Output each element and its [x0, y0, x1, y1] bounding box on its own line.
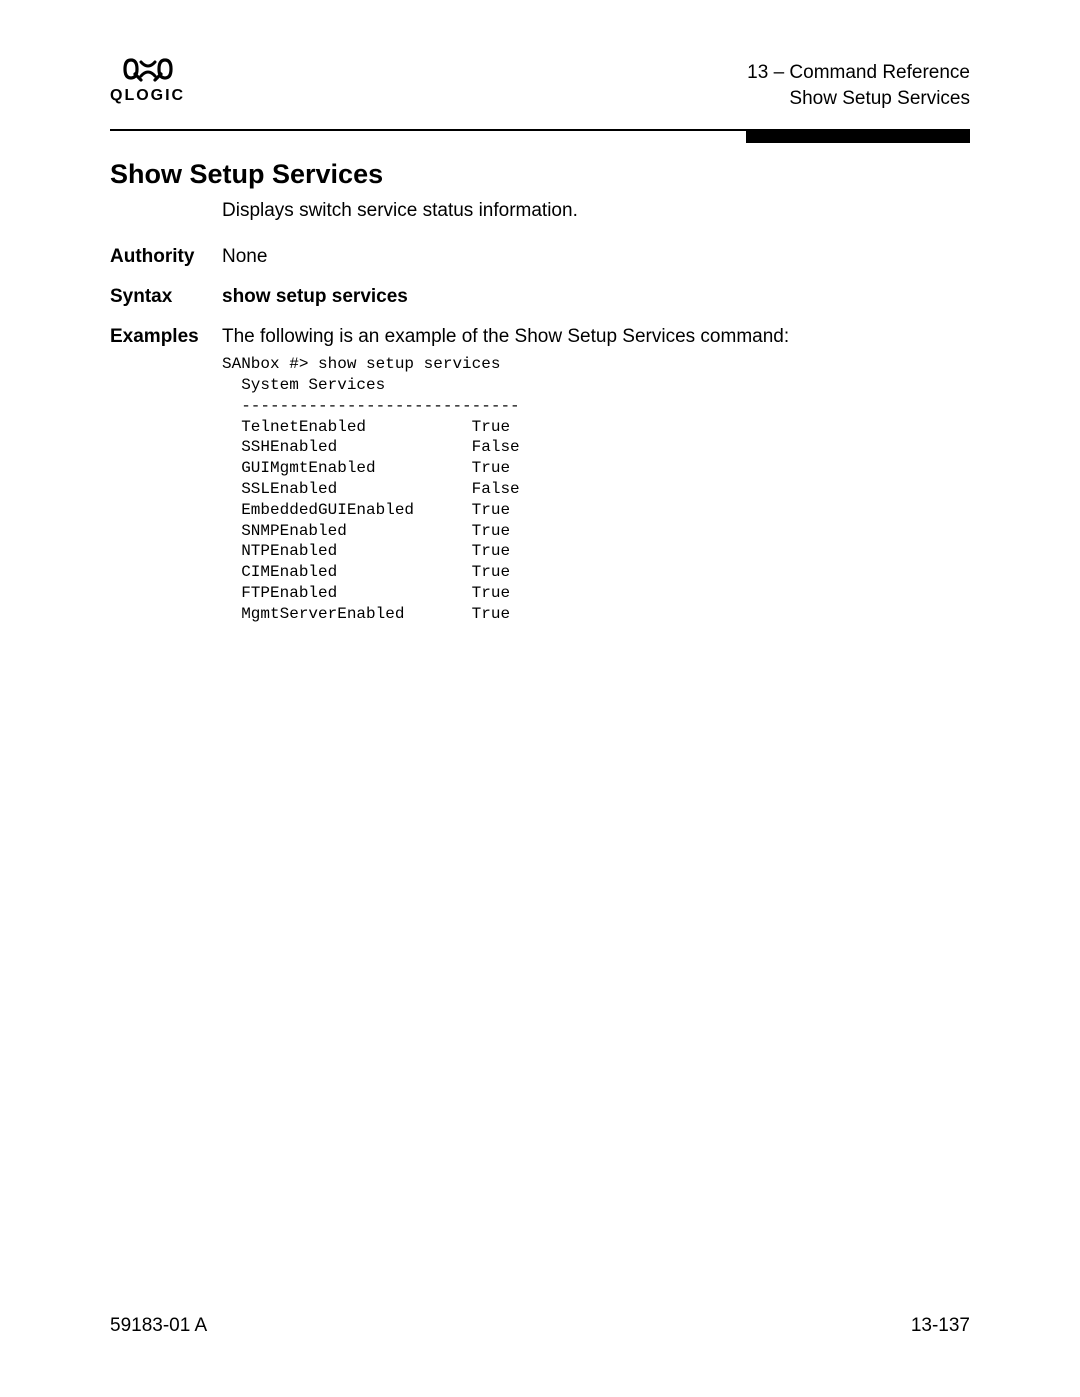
- page-header: QLOGIC 13 – Command Reference Show Setup…: [110, 60, 970, 129]
- label-authority: Authority: [110, 246, 222, 268]
- value-examples: The following is an example of the Show …: [222, 326, 970, 348]
- row-examples: Examples The following is an example of …: [110, 326, 970, 348]
- page-content: QLOGIC 13 – Command Reference Show Setup…: [0, 0, 1080, 625]
- label-syntax: Syntax: [110, 286, 222, 308]
- brand-logo: QLOGIC: [110, 56, 185, 105]
- row-authority: Authority None: [110, 246, 970, 268]
- footer-page-number: 13-137: [911, 1315, 970, 1337]
- label-examples: Examples: [110, 326, 222, 348]
- description: Displays switch service status informati…: [222, 200, 970, 222]
- value-authority: None: [222, 246, 970, 268]
- value-syntax: show setup services: [222, 286, 970, 308]
- row-syntax: Syntax show setup services: [110, 286, 970, 308]
- header-rule: [110, 129, 970, 131]
- divider-bar: [746, 131, 970, 143]
- code-output: SANbox #> show setup services System Ser…: [222, 354, 970, 624]
- page-title: Show Setup Services: [110, 159, 970, 190]
- header-right: 13 – Command Reference Show Setup Servic…: [747, 60, 970, 111]
- footer-doc-id: 59183-01 A: [110, 1315, 207, 1337]
- logo-icon: [121, 56, 175, 87]
- header-chapter: 13 – Command Reference: [747, 60, 970, 86]
- page-footer: 59183-01 A 13-137: [110, 1315, 970, 1337]
- logo-text: QLOGIC: [110, 87, 185, 105]
- header-section: Show Setup Services: [747, 86, 970, 112]
